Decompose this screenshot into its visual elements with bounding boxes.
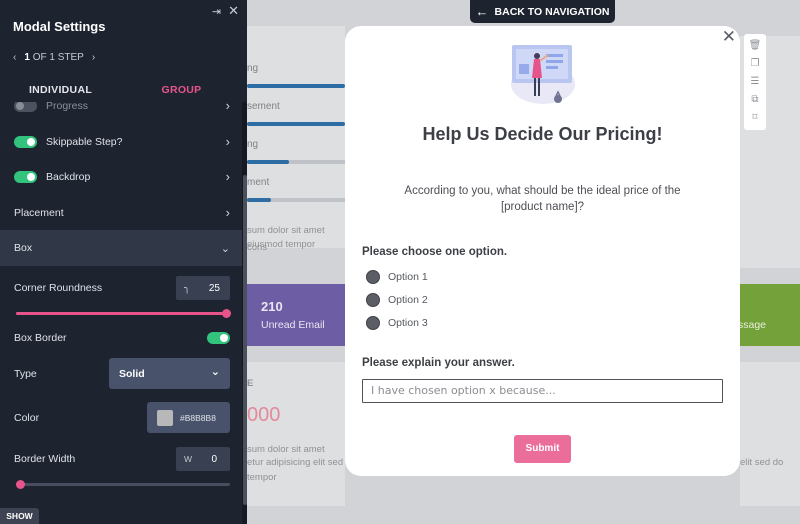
border-type-select[interactable]: Solid ⌄ [109,358,230,389]
placement-label: Placement [14,206,64,219]
bg-progress-label: sement [247,101,280,112]
bg-progress-label: ng [247,139,259,150]
bg-lorem: tempor [247,472,277,483]
tab-individual-label[interactable]: INDIVIDUAL [0,78,121,102]
bg-progress-bar [247,84,345,88]
option-2-radio[interactable] [366,293,380,307]
bg-progress-label: ng [247,63,259,74]
illustration-image [511,45,575,104]
corner-roundness-slider-knob[interactable] [222,309,231,318]
bookmark-icon[interactable]: ⌑ [752,113,757,123]
border-color-picker[interactable]: #B8B8B8 [147,402,230,433]
step-navigator: ‹ 1 OF 1 STEP › [13,52,95,63]
box-label: Box [14,242,33,254]
back-to-navigation-button[interactable]: ← BACK TO NAVIGATION [470,0,615,23]
placement-row[interactable]: Placement › [0,195,242,230]
modal-settings-panel: Modal Settings ⇥ ✕ ‹ 1 OF 1 STEP › INDIV… [0,0,247,524]
chevron-right-icon[interactable]: › [92,52,95,63]
show-button[interactable]: SHOW [0,508,39,524]
panel-tabs-overlay: INDIVIDUAL GROUP [0,78,242,102]
corner-roundness-input[interactable]: ╮ 25 [176,276,230,300]
unread-email-card: 210 Unread Email [247,284,347,346]
modal-question: According to you, what should be the ide… [404,185,681,213]
tab-group-label[interactable]: GROUP [121,78,242,102]
corner-icon: ╮ [184,282,191,294]
corner-roundness-label: Corner Roundness [14,281,103,294]
box-border-label: Box Border [14,331,67,344]
option-3-label: Option 3 [388,317,428,329]
chevron-left-icon[interactable]: ‹ [13,52,16,63]
border-width-input[interactable]: W 0 [176,447,230,471]
modal-toolbar: 🗑︎ ❐ ☰ ⧉ ⌑ [744,34,766,130]
option-1-radio[interactable] [366,270,380,284]
bg-progress-bar [247,160,289,164]
skippable-toggle[interactable] [14,135,37,148]
submit-button[interactable]: Submit [514,435,571,463]
survey-modal: ✕ Help Us Decide Our Pricing! According … [345,26,740,476]
pin-icon[interactable]: ⇥ [212,5,221,18]
border-width-value: 0 [211,453,217,465]
chevron-right-icon: › [225,134,230,149]
message-card: ssage [738,284,800,346]
option-1-label: Option 1 [388,271,428,283]
backdrop-row[interactable]: Backdrop › [0,159,242,194]
copy-icon[interactable]: ❐ [751,59,760,69]
close-icon[interactable]: ✕ [228,4,239,18]
box-section-header[interactable]: Box ⌄ [0,230,242,266]
border-type-value: Solid [119,367,145,380]
skippable-step-row[interactable]: Skippable Step? › [0,124,242,159]
option-2[interactable]: Option 2 [366,293,428,307]
corner-roundness-value: 25 [208,282,220,294]
backdrop-label: Backdrop [46,170,91,183]
bg-stat-letter: E [247,378,254,389]
panel-window-controls: ⇥ ✕ [212,4,239,18]
arrow-left-icon: ← [475,4,489,19]
color-swatch[interactable] [157,409,173,426]
bg-progress-card [247,26,345,248]
border-width-prefix: W [184,454,193,464]
skippable-label: Skippable Step? [46,135,123,148]
bg-stat-value: 000 [247,404,281,426]
chevron-right-icon: › [225,169,230,184]
chevron-down-icon: ⌄ [210,366,220,378]
unread-label: Unread Email [261,319,325,331]
option-3-radio[interactable] [366,316,380,330]
explanation-input[interactable]: I have chosen option x because... [362,379,723,403]
modal-title: Help Us Decide Our Pricing! [422,124,663,144]
bg-progress-label: ment [247,177,270,188]
chevron-right-icon: › [225,205,230,220]
option-1[interactable]: Option 1 [366,270,428,284]
back-to-navigation-label: BACK TO NAVIGATION [494,5,610,18]
color-hex-value: #B8B8B8 [180,412,216,423]
box-border-toggle[interactable] [207,332,230,344]
duplicate-icon[interactable]: ⧉ [751,95,758,105]
bg-lorem: elit sed do [740,457,784,468]
color-label: Color [14,411,40,424]
unread-count: 210 [261,299,283,314]
option-3[interactable]: Option 3 [366,316,428,330]
panel-title: Modal Settings [13,19,106,34]
border-width-slider-knob[interactable] [16,480,25,489]
chevron-down-icon: ⌄ [220,242,230,255]
box-border-row: Box Border [0,320,242,355]
choose-option-label: Please choose one option. [362,246,508,258]
step-indicator: 1 OF 1 STEP [24,52,84,63]
sliders-icon[interactable]: ☰ [751,77,760,87]
bg-lorem: eiusmod tempor [247,239,316,250]
border-width-label: Border Width [14,452,76,465]
backdrop-toggle[interactable] [14,170,37,183]
trash-icon[interactable]: 🗑︎ [749,41,762,51]
close-icon[interactable]: ✕ [722,28,736,45]
bg-card [740,362,800,506]
type-label: Type [14,367,37,380]
option-2-label: Option 2 [388,294,428,306]
corner-roundness-slider-fill [16,312,228,315]
panel-scroll-thumb[interactable] [243,175,247,505]
bg-progress-bar [247,198,271,202]
explain-answer-label: Please explain your answer. [362,357,515,369]
bg-progress-bar [247,122,345,126]
border-width-slider-track[interactable] [16,483,230,486]
message-label: ssage [738,319,767,331]
